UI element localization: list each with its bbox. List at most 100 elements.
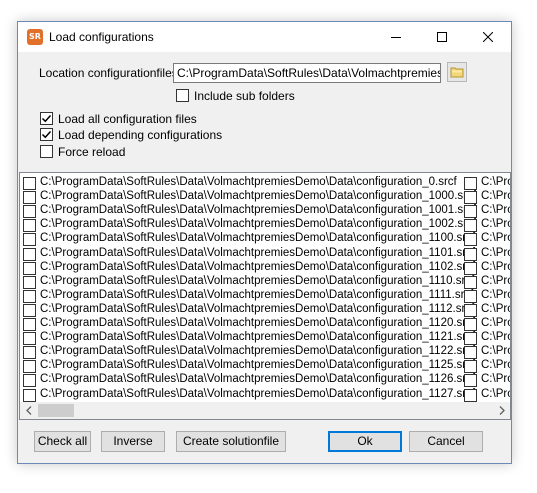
force-reload-label: Force reload	[58, 145, 126, 159]
file-path-truncated: C:\Pro	[481, 317, 511, 329]
file-path-truncated: C:\Pro	[481, 232, 511, 245]
file-checkbox[interactable]	[23, 261, 36, 275]
file-path: C:\ProgramData\SoftRules\Data\Volmachtpr…	[40, 302, 475, 315]
file-path-truncated: C:\Pro	[481, 246, 511, 259]
scroll-right-button[interactable]	[493, 402, 510, 419]
file-path: C:\ProgramData\SoftRules\Data\Volmachtpr…	[40, 274, 475, 287]
file-checkbox[interactable]	[23, 289, 36, 303]
file-checkbox[interactable]	[23, 205, 36, 219]
scroll-left-button[interactable]	[20, 402, 37, 419]
checkmark-icon	[41, 114, 52, 123]
file-checkbox[interactable]	[23, 360, 36, 374]
file-path: C:\ProgramData\SoftRules\Data\Volmachtpr…	[40, 331, 476, 344]
file-path-truncated: C:\Pro	[481, 218, 511, 231]
file-path: C:\ProgramData\SoftRules\Data\Volmachtpr…	[40, 246, 476, 259]
check-all-button[interactable]: Check all	[34, 431, 91, 452]
file-checkbox[interactable]	[464, 332, 477, 346]
file-path-truncated: C:\Pro	[481, 331, 511, 344]
file-path-truncated: C:\Pro	[481, 190, 511, 203]
file-checkbox[interactable]	[464, 388, 477, 402]
file-path: C:\ProgramData\SoftRules\Data\Volmachtpr…	[40, 232, 476, 245]
file-checkbox[interactable]	[23, 233, 36, 247]
file-path-truncated: C:\Pro	[481, 373, 511, 386]
file-checkbox[interactable]	[464, 374, 477, 388]
close-icon	[483, 32, 493, 42]
maximize-icon	[437, 32, 447, 42]
file-path-truncated: C:\Pro	[481, 359, 511, 372]
load-depending-checkbox[interactable]	[40, 128, 53, 141]
location-input[interactable]: C:\ProgramData\SoftRules\Data\Volmachtpr…	[173, 63, 441, 83]
load-depending-label: Load depending configurations	[58, 128, 223, 142]
chevron-left-icon	[25, 406, 31, 415]
include-sub-folders-checkbox[interactable]	[176, 89, 189, 102]
inverse-button[interactable]: Inverse	[101, 431, 165, 452]
file-checkbox[interactable]	[23, 191, 36, 205]
file-checkbox[interactable]	[464, 289, 477, 303]
file-checkbox[interactable]	[464, 346, 477, 360]
chevron-right-icon	[499, 406, 505, 415]
minimize-button[interactable]	[373, 22, 419, 52]
file-checkbox[interactable]	[464, 205, 477, 219]
title-bar[interactable]: SR Load configurations	[18, 22, 511, 52]
file-checkbox[interactable]	[464, 219, 477, 233]
file-path: C:\ProgramData\SoftRules\Data\Volmachtpr…	[40, 218, 476, 231]
file-checkbox[interactable]	[23, 346, 36, 360]
file-path-truncated: C:\Pro	[481, 274, 511, 287]
file-path: C:\ProgramData\SoftRules\Data\Volmachtpr…	[40, 288, 474, 301]
file-path: C:\ProgramData\SoftRules\Data\Volmachtpr…	[40, 345, 476, 358]
file-checkbox[interactable]	[23, 219, 36, 233]
file-path: C:\ProgramData\SoftRules\Data\Volmachtpr…	[40, 317, 476, 329]
app-logo-icon: SR	[27, 29, 43, 45]
checkmark-icon	[41, 130, 52, 139]
location-label: Location configurationfiles:	[39, 66, 182, 80]
file-checkbox[interactable]	[464, 318, 477, 331]
browse-folder-button[interactable]	[447, 62, 467, 82]
include-sub-folders-label: Include sub folders	[194, 89, 295, 103]
load-all-checkbox[interactable]	[40, 112, 53, 125]
cancel-button[interactable]: Cancel	[409, 431, 483, 452]
file-path-truncated: C:\Pro	[481, 288, 511, 301]
file-path-truncated: C:\Pro	[481, 176, 511, 188]
file-checkbox[interactable]	[23, 177, 36, 190]
file-path: C:\ProgramData\SoftRules\Data\Volmachtpr…	[40, 190, 476, 203]
maximize-button[interactable]	[419, 22, 465, 52]
file-path-truncated: C:\Pro	[481, 387, 511, 400]
file-path: C:\ProgramData\SoftRules\Data\Volmachtpr…	[40, 260, 476, 273]
scroll-thumb[interactable]	[38, 404, 74, 417]
file-checkbox[interactable]	[464, 303, 477, 317]
file-path: C:\ProgramData\SoftRules\Data\Volmachtpr…	[40, 359, 476, 372]
file-checkbox[interactable]	[464, 191, 477, 205]
file-path: C:\ProgramData\SoftRules\Data\Volmachtpr…	[40, 387, 476, 400]
file-path-truncated: C:\Pro	[481, 345, 511, 358]
file-path-truncated: C:\Pro	[481, 204, 511, 217]
load-configurations-dialog: SR Load configurations Location configur…	[17, 21, 512, 464]
window-title: Load configurations	[49, 30, 154, 44]
file-path-truncated: C:\Pro	[481, 302, 511, 315]
file-checkbox[interactable]	[464, 247, 477, 261]
configuration-file-list[interactable]: C:\ProgramData\SoftRules\Data\Volmachtpr…	[19, 172, 511, 420]
folder-icon	[450, 67, 464, 78]
file-path: C:\ProgramData\SoftRules\Data\Volmachtpr…	[40, 373, 476, 386]
file-checkbox[interactable]	[23, 318, 36, 331]
load-all-label: Load all configuration files	[58, 112, 197, 126]
file-checkbox[interactable]	[464, 261, 477, 275]
create-solutionfile-button[interactable]: Create solutionfile	[176, 431, 286, 452]
file-checkbox[interactable]	[23, 374, 36, 388]
file-checkbox[interactable]	[464, 177, 477, 190]
file-path-truncated: C:\Pro	[481, 260, 511, 273]
file-path: C:\ProgramData\SoftRules\Data\Volmachtpr…	[40, 176, 457, 188]
file-checkbox[interactable]	[464, 233, 477, 247]
minimize-icon	[391, 37, 401, 38]
file-path: C:\ProgramData\SoftRules\Data\Volmachtpr…	[40, 204, 476, 217]
file-checkbox[interactable]	[23, 275, 36, 289]
horizontal-scrollbar[interactable]	[20, 402, 510, 419]
ok-button[interactable]: Ok	[328, 431, 402, 452]
close-button[interactable]	[465, 22, 511, 52]
force-reload-checkbox[interactable]	[40, 145, 53, 158]
file-checkbox[interactable]	[23, 332, 36, 346]
file-checkbox[interactable]	[464, 275, 477, 289]
file-checkbox[interactable]	[23, 388, 36, 402]
file-checkbox[interactable]	[23, 303, 36, 317]
file-checkbox[interactable]	[23, 247, 36, 261]
file-checkbox[interactable]	[464, 360, 477, 374]
